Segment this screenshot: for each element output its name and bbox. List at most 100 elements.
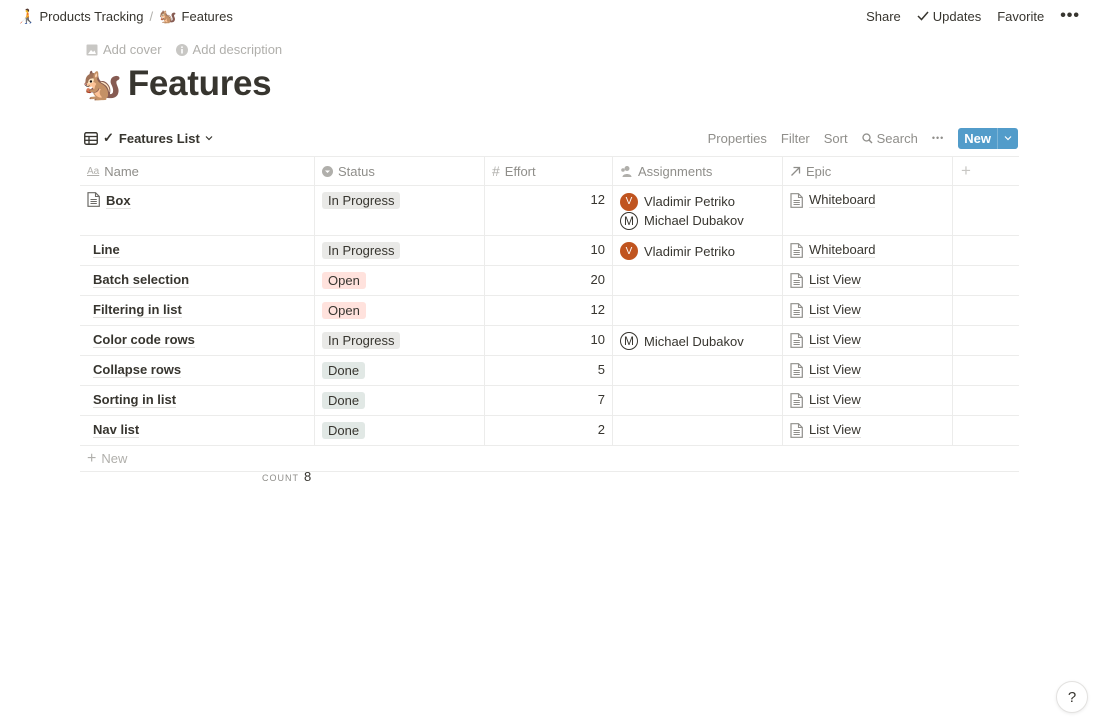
help-button[interactable]: ? <box>1056 681 1088 713</box>
effort-cell[interactable]: 20 <box>485 266 613 295</box>
column-label: Epic <box>806 163 832 179</box>
status-cell[interactable]: Open <box>315 296 485 325</box>
epic-link[interactable]: List View <box>790 362 861 378</box>
status-cell[interactable]: Done <box>315 416 485 445</box>
row-name[interactable]: Sorting in list <box>93 392 177 408</box>
epic-link[interactable]: List View <box>790 302 861 318</box>
column-header-name[interactable]: Aa Name <box>80 157 315 185</box>
add-cover-button[interactable]: Add cover <box>84 40 164 59</box>
effort-cell[interactable]: 12 <box>485 186 613 235</box>
column-header-assignments[interactable]: Assignments <box>613 157 783 185</box>
assignments-cell[interactable]: M Michael Dubakov <box>613 326 783 355</box>
name-cell[interactable]: Batch selection <box>80 266 315 295</box>
add-description-button[interactable]: Add description <box>174 40 285 59</box>
epic-cell[interactable]: List View <box>783 356 953 385</box>
status-cell[interactable]: In Progress <box>315 326 485 355</box>
new-dropdown-chevron-icon[interactable] <box>997 127 1018 149</box>
search-button[interactable]: Search <box>856 128 924 149</box>
epic-link[interactable]: Whiteboard <box>790 242 876 258</box>
effort-cell[interactable]: 5 <box>485 356 613 385</box>
more-options-icon[interactable]: ••• <box>1054 4 1086 28</box>
epic-cell[interactable]: List View <box>783 326 953 355</box>
row-name[interactable]: Box <box>106 193 131 209</box>
epic-link[interactable]: List View <box>790 332 861 348</box>
name-cell[interactable]: Collapse rows <box>80 356 315 385</box>
row-name[interactable]: Nav list <box>93 422 140 438</box>
epic-cell[interactable]: Whiteboard <box>783 186 953 235</box>
add-column-button[interactable]: + <box>953 157 1019 185</box>
epic-cell[interactable]: List View <box>783 386 953 415</box>
epic-name: List View <box>809 332 861 348</box>
view-selector[interactable]: ✓ Features List <box>84 130 213 146</box>
view-more-options-icon[interactable]: ••• <box>926 130 950 146</box>
updates-button[interactable]: Updates <box>911 6 987 27</box>
assignments-cell[interactable]: V Vladimir Petriko M Michael Dubakov <box>613 186 783 235</box>
epic-link[interactable]: Whiteboard <box>790 192 876 208</box>
table-row[interactable]: Box In Progress 12 V Vladimir Petriko M Mic… <box>80 186 1019 236</box>
epic-link[interactable]: List View <box>790 272 861 288</box>
table-row[interactable]: Nav list Done 2 List View <box>80 416 1019 446</box>
row-name[interactable]: Collapse rows <box>93 362 182 378</box>
squirrel-emoji-icon[interactable]: 🐿️ <box>82 68 122 100</box>
effort-cell[interactable]: 10 <box>485 236 613 265</box>
table-row[interactable]: Filtering in list Open 12 List View <box>80 296 1019 326</box>
count-summary[interactable]: COUNT 8 <box>262 469 311 484</box>
assignments-cell[interactable]: V Vladimir Petriko <box>613 236 783 265</box>
add-new-row-button[interactable]: + New <box>80 446 1019 472</box>
properties-button[interactable]: Properties <box>702 128 773 149</box>
row-name[interactable]: Line <box>93 242 120 258</box>
row-name[interactable]: Filtering in list <box>93 302 182 318</box>
table-row[interactable]: Batch selection Open 20 List View <box>80 266 1019 296</box>
effort-cell[interactable]: 10 <box>485 326 613 355</box>
epic-link[interactable]: List View <box>790 422 861 438</box>
effort-cell[interactable]: 12 <box>485 296 613 325</box>
assignments-cell[interactable] <box>613 416 783 445</box>
breadcrumb-item-features[interactable]: 🐿️ Features <box>156 7 236 26</box>
status-cell[interactable]: Open <box>315 266 485 295</box>
table-row[interactable]: Sorting in list Done 7 List View <box>80 386 1019 416</box>
status-tag: Open <box>322 272 366 289</box>
assignments-cell[interactable] <box>613 356 783 385</box>
assignee[interactable]: M Michael Dubakov <box>620 211 744 230</box>
new-button[interactable]: New <box>958 127 1018 149</box>
page-title-text[interactable]: Features <box>128 64 272 104</box>
assignments-cell[interactable] <box>613 386 783 415</box>
column-header-effort[interactable]: # Effort <box>485 157 613 185</box>
table-row[interactable]: Color code rows In Progress 10 M Michael … <box>80 326 1019 356</box>
name-cell[interactable]: Sorting in list <box>80 386 315 415</box>
column-header-epic[interactable]: Epic <box>783 157 953 185</box>
name-cell[interactable]: Box <box>80 186 315 235</box>
table-row[interactable]: Collapse rows Done 5 List View <box>80 356 1019 386</box>
name-cell[interactable]: Filtering in list <box>80 296 315 325</box>
table-row[interactable]: Line In Progress 10 V Vladimir Petriko Wh… <box>80 236 1019 266</box>
share-button[interactable]: Share <box>860 6 907 27</box>
epic-cell[interactable]: List View <box>783 296 953 325</box>
name-cell[interactable]: Color code rows <box>80 326 315 355</box>
new-button-label[interactable]: New <box>958 128 997 149</box>
epic-link[interactable]: List View <box>790 392 861 408</box>
effort-cell[interactable]: 2 <box>485 416 613 445</box>
column-label: Status <box>338 163 375 179</box>
row-name[interactable]: Batch selection <box>93 272 190 288</box>
status-cell[interactable]: Done <box>315 356 485 385</box>
assignments-cell[interactable] <box>613 266 783 295</box>
name-cell[interactable]: Line <box>80 236 315 265</box>
name-cell[interactable]: Nav list <box>80 416 315 445</box>
assignee[interactable]: V Vladimir Petriko <box>620 192 735 211</box>
row-name[interactable]: Color code rows <box>93 332 195 348</box>
sort-button[interactable]: Sort <box>818 128 854 149</box>
assignee[interactable]: V Vladimir Petriko <box>620 242 735 260</box>
epic-cell[interactable]: List View <box>783 266 953 295</box>
assignee[interactable]: M Michael Dubakov <box>620 332 744 350</box>
epic-cell[interactable]: List View <box>783 416 953 445</box>
breadcrumb-item-products-tracking[interactable]: 🧑‍🦯 Products Tracking <box>14 7 146 26</box>
column-header-status[interactable]: Status <box>315 157 485 185</box>
favorite-button[interactable]: Favorite <box>991 6 1050 27</box>
status-cell[interactable]: In Progress <box>315 236 485 265</box>
effort-cell[interactable]: 7 <box>485 386 613 415</box>
filter-button[interactable]: Filter <box>775 128 816 149</box>
epic-cell[interactable]: Whiteboard <box>783 236 953 265</box>
status-cell[interactable]: Done <box>315 386 485 415</box>
status-cell[interactable]: In Progress <box>315 186 485 235</box>
assignments-cell[interactable] <box>613 296 783 325</box>
